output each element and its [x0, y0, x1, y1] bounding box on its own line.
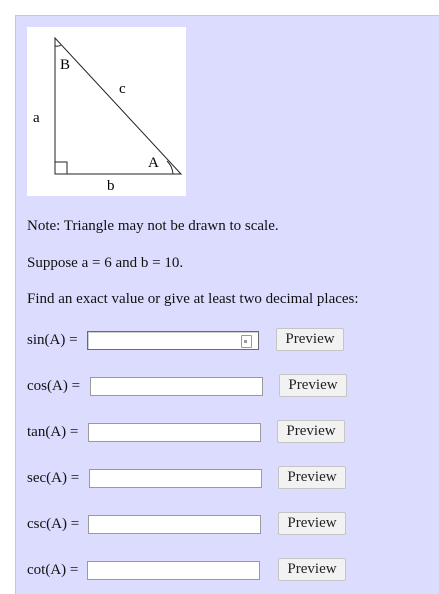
keyboard-icon[interactable] — [241, 335, 252, 348]
right-angle-marker — [54, 161, 68, 175]
tan-preview-button[interactable]: Preview — [277, 420, 345, 443]
angle-a-arc — [166, 160, 174, 175]
given-text: Suppose a = 6 and b = 10. — [27, 255, 184, 271]
vertex-a-label: A — [148, 155, 159, 171]
sin-answer-input[interactable] — [87, 331, 259, 350]
side-c-label: c — [119, 81, 126, 97]
vertex-b-label: B — [60, 57, 70, 73]
cos-answer-input[interactable] — [90, 377, 263, 396]
note-text: Note: Triangle may not be drawn to scale… — [27, 218, 279, 234]
sin-label: sin(A) = — [27, 332, 78, 348]
triangle-outline — [54, 36, 183, 175]
cos-preview-button[interactable]: Preview — [279, 374, 347, 397]
sec-label: sec(A) = — [27, 470, 80, 486]
cos-label: cos(A) = — [27, 378, 81, 394]
cot-label: cot(A) = — [27, 562, 79, 578]
triangle-figure: B A a b c — [27, 27, 186, 196]
csc-answer-input[interactable] — [88, 515, 261, 534]
sec-answer-input[interactable] — [89, 469, 262, 488]
angle-b-arc — [54, 44, 62, 47]
sin-preview-button[interactable]: Preview — [276, 328, 344, 351]
instruction-text: Find an exact value or give at least two… — [27, 291, 359, 307]
right-triangle-diagram: B A a b c — [33, 36, 183, 194]
csc-label: csc(A) = — [27, 516, 80, 532]
side-b-label: b — [107, 178, 115, 194]
cot-answer-input[interactable] — [87, 561, 260, 580]
cot-preview-button[interactable]: Preview — [278, 558, 346, 581]
tan-answer-input[interactable] — [88, 423, 261, 442]
side-a-label: a — [33, 110, 40, 126]
tan-label: tan(A) = — [27, 424, 79, 440]
csc-preview-button[interactable]: Preview — [278, 512, 346, 535]
sec-preview-button[interactable]: Preview — [278, 466, 346, 489]
